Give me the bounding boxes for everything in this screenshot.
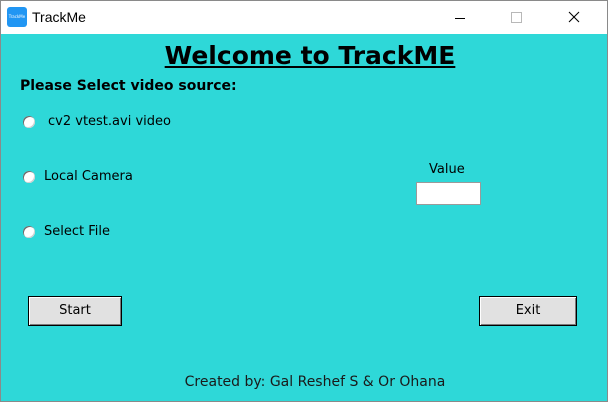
value-input[interactable]: [416, 182, 481, 205]
start-button[interactable]: Start: [28, 296, 122, 326]
minimize-button[interactable]: [437, 1, 483, 34]
page-title: Welcome to TrackME: [164, 41, 456, 70]
value-label: Value: [429, 162, 465, 177]
radio-button[interactable]: [23, 116, 35, 128]
credits-text: Created by: Gal Reshef S & Or Ohana: [184, 374, 446, 390]
app-icon: TrackMe: [7, 7, 27, 27]
client-area: Welcome to TrackME Please Select video s…: [1, 34, 607, 401]
source-option-label[interactable]: Local Camera: [44, 169, 133, 184]
maximize-button[interactable]: [494, 1, 540, 34]
close-icon: [568, 11, 580, 23]
source-prompt: Please Select video source:: [20, 78, 237, 94]
window-title: TrackMe: [32, 9, 86, 25]
maximize-icon: [511, 12, 522, 23]
exit-button[interactable]: Exit: [479, 296, 577, 326]
minimize-icon: [455, 18, 465, 19]
close-button[interactable]: [551, 1, 597, 34]
title-bar[interactable]: TrackMe TrackMe: [1, 1, 607, 34]
radio-button[interactable]: [23, 171, 35, 183]
app-window: TrackMe TrackMe Welcome to TrackME Pleas…: [0, 0, 608, 402]
source-option-label[interactable]: cv2 vtest.avi video: [48, 114, 171, 129]
source-option-label[interactable]: Select File: [44, 224, 110, 239]
radio-button[interactable]: [23, 226, 35, 238]
